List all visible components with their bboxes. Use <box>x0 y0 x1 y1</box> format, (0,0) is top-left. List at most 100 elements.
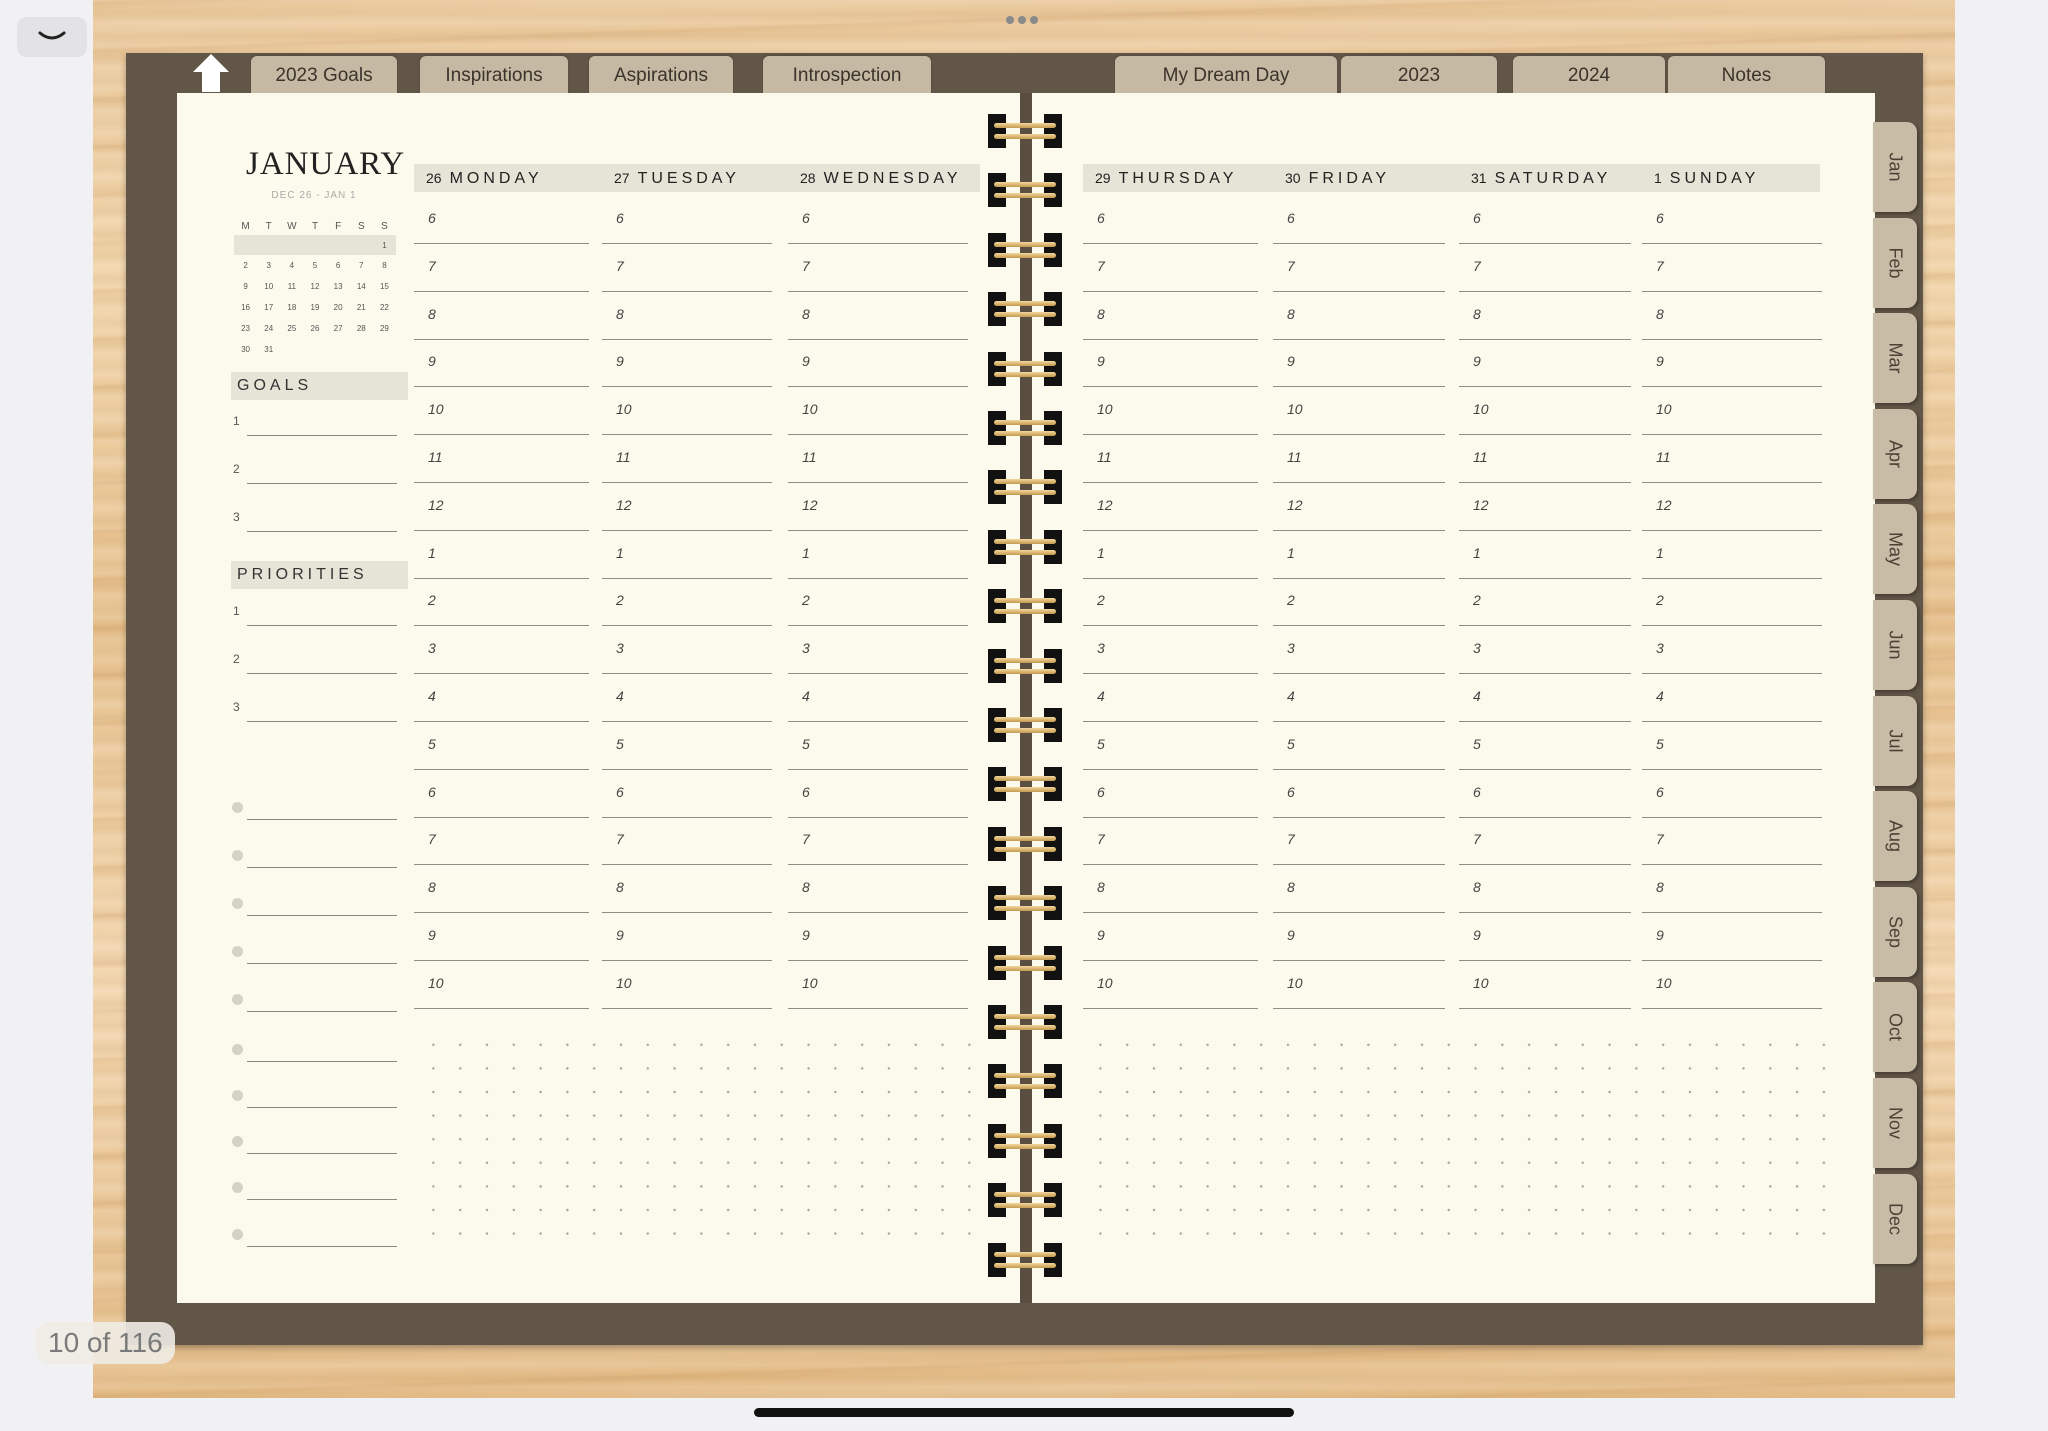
bullet-line[interactable] <box>231 1132 397 1154</box>
tab-2024[interactable]: 2024 <box>1513 56 1665 96</box>
mini-calendar-week[interactable]: 30 31 <box>234 339 396 360</box>
hour-slot[interactable]: 8 <box>602 865 772 914</box>
mini-calendar-day[interactable]: 2 <box>234 255 257 276</box>
tab-introspection[interactable]: Introspection <box>763 56 931 96</box>
hour-slot[interactable]: 8 <box>1273 292 1445 340</box>
mini-calendar-day[interactable]: 26 <box>303 318 326 339</box>
hour-slot[interactable]: 9 <box>1083 913 1258 961</box>
bullet-line[interactable] <box>231 1178 397 1200</box>
hour-slot[interactable]: 6 <box>788 770 968 818</box>
bullet-line[interactable] <box>231 1086 397 1108</box>
hour-slot[interactable]: 6 <box>1642 196 1822 244</box>
tab-2023-goals[interactable]: 2023 Goals <box>251 56 397 96</box>
hour-slot[interactable]: 11 <box>602 435 772 483</box>
mini-calendar-day[interactable]: 18 <box>280 297 303 318</box>
hour-slot[interactable]: 6 <box>1273 770 1445 818</box>
hour-slot[interactable]: 11 <box>1083 435 1258 483</box>
bullet-line[interactable] <box>231 846 397 868</box>
tab-notes[interactable]: Notes <box>1668 56 1825 96</box>
bullet-line[interactable] <box>231 894 397 916</box>
hour-slot[interactable]: 10 <box>602 961 772 1009</box>
hour-slot[interactable]: 5 <box>1642 722 1822 770</box>
hour-slot[interactable]: 6 <box>1083 770 1258 818</box>
hour-slot[interactable]: 5 <box>1083 722 1258 770</box>
goal-line[interactable]: 1 <box>231 414 397 436</box>
mini-calendar-week[interactable]: 9 10 11 12 13 14 15 <box>234 276 396 297</box>
goal-line[interactable]: 2 <box>231 462 397 484</box>
bullet-line[interactable] <box>231 1040 397 1062</box>
goal-line[interactable]: 3 <box>231 510 397 532</box>
hour-slot[interactable]: 6 <box>1459 770 1631 818</box>
tab-my-dream-day[interactable]: My Dream Day <box>1115 56 1337 96</box>
hour-slot[interactable]: 7 <box>788 817 968 866</box>
hour-slot[interactable]: 10 <box>788 387 968 436</box>
hour-slot[interactable]: 9 <box>788 913 968 961</box>
mini-calendar-day[interactable]: 29 <box>373 318 396 339</box>
hour-slot[interactable]: 9 <box>1273 913 1445 961</box>
hour-slot[interactable]: 12 <box>788 483 968 531</box>
hour-slot[interactable]: 3 <box>788 626 968 675</box>
hour-slot[interactable]: 9 <box>1459 339 1631 388</box>
hour-slot[interactable]: 5 <box>1273 722 1445 770</box>
mini-calendar-day[interactable]: 27 <box>327 318 350 339</box>
hour-slot[interactable]: 3 <box>1083 626 1258 675</box>
hour-slot[interactable]: 12 <box>1642 483 1822 531</box>
hour-slot[interactable]: 7 <box>1273 817 1445 866</box>
more-options-icon[interactable] <box>1006 16 1038 24</box>
hour-slot[interactable]: 9 <box>1459 913 1631 961</box>
mini-calendar-day[interactable]: 22 <box>373 297 396 318</box>
hour-slot[interactable]: 8 <box>414 865 589 914</box>
hour-slot[interactable]: 8 <box>602 292 772 340</box>
bullet-line[interactable] <box>231 942 397 964</box>
day-label-tuesday[interactable]: 27 TUESDAY <box>614 170 740 188</box>
hour-slot[interactable]: 12 <box>602 483 772 531</box>
mini-calendar-day[interactable]: 9 <box>234 276 257 297</box>
hour-slot[interactable]: 6 <box>602 196 772 244</box>
hour-slot[interactable]: 6 <box>1459 196 1631 244</box>
mini-calendar-week[interactable]: 2345678 <box>234 255 396 276</box>
hour-slot[interactable]: 11 <box>1273 435 1445 483</box>
hour-slot[interactable]: 4 <box>602 674 772 722</box>
tab-inspirations[interactable]: Inspirations <box>420 56 568 96</box>
hour-slot[interactable]: 7 <box>1273 244 1445 292</box>
mini-calendar-day[interactable]: 16 <box>234 297 257 318</box>
hour-slot[interactable]: 11 <box>414 435 589 483</box>
hour-slot[interactable]: 2 <box>1083 578 1258 627</box>
hour-slot[interactable]: 11 <box>1642 435 1822 483</box>
hour-slot[interactable]: 9 <box>1642 339 1822 388</box>
hour-slot[interactable]: 8 <box>1083 865 1258 914</box>
hour-slot[interactable]: 2 <box>1642 578 1822 627</box>
day-label-saturday[interactable]: 31 SATURDAY <box>1471 170 1611 188</box>
hour-slot[interactable]: 9 <box>414 339 589 388</box>
mini-calendar-day[interactable]: 14 <box>350 276 373 297</box>
hour-slot[interactable]: 9 <box>602 339 772 388</box>
month-tab-may[interactable]: May <box>1873 504 1917 595</box>
mini-calendar-day[interactable]: 20 <box>327 297 350 318</box>
hour-slot[interactable]: 6 <box>1273 196 1445 244</box>
hour-slot[interactable]: 8 <box>1459 292 1631 340</box>
hour-slot[interactable]: 8 <box>1642 292 1822 340</box>
hour-slot[interactable]: 4 <box>1273 674 1445 722</box>
hour-slot[interactable]: 10 <box>414 961 589 1009</box>
day-label-thursday[interactable]: 29 THURSDAY <box>1095 170 1237 188</box>
dot-grid-right[interactable] <box>1087 1033 1827 1253</box>
hour-slot[interactable]: 10 <box>1083 961 1258 1009</box>
day-label-friday[interactable]: 30 FRIDAY <box>1285 170 1390 188</box>
mini-calendar-day[interactable]: 4 <box>280 255 303 276</box>
mini-calendar-day[interactable]: 21 <box>350 297 373 318</box>
month-tab-oct[interactable]: Oct <box>1873 982 1917 1073</box>
month-tab-sep[interactable]: Sep <box>1873 886 1917 977</box>
tab-2023[interactable]: 2023 <box>1341 56 1497 96</box>
hour-slot[interactable]: 1 <box>1459 531 1631 579</box>
bullet-line[interactable] <box>231 990 397 1012</box>
hour-slot[interactable]: 3 <box>1273 626 1445 675</box>
mini-calendar-day[interactable]: 13 <box>327 276 350 297</box>
hour-slot[interactable]: 6 <box>1642 770 1822 818</box>
mini-calendar-day[interactable]: 19 <box>303 297 326 318</box>
mini-calendar-day[interactable]: 7 <box>350 255 373 276</box>
hour-slot[interactable]: 8 <box>414 292 589 340</box>
mini-calendar-day[interactable]: 23 <box>234 318 257 339</box>
hour-slot[interactable]: 2 <box>414 578 589 627</box>
hour-slot[interactable]: 9 <box>788 339 968 388</box>
hour-slot[interactable]: 7 <box>1642 817 1822 866</box>
